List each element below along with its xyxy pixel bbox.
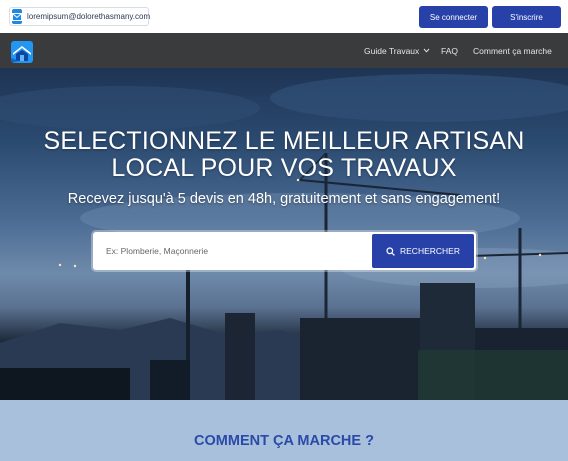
nav-guide-travaux[interactable]: Guide Travaux (364, 33, 430, 68)
search-input[interactable] (93, 232, 372, 270)
login-button[interactable]: Se connecter (419, 6, 488, 28)
email-address: loremipsum@dolorethasmany.com (27, 12, 151, 21)
nav-guide-label: Guide Travaux (364, 45, 420, 56)
nav-faq[interactable]: FAQ (441, 33, 458, 68)
hero-title-line-2: LOCAL POUR VOS TRAVAUX (111, 154, 457, 182)
signup-button[interactable]: S'inscrire (492, 6, 561, 28)
search-button-label: RECHERCHER (400, 246, 460, 256)
how-it-works-section: COMMENT ÇA MARCHE ? (0, 400, 568, 461)
hero-title: SELECTIONNEZ LE MEILLEUR ARTISAN LOCAL P… (0, 128, 568, 182)
search-bar: RECHERCHER (93, 232, 476, 270)
hero-banner: SELECTIONNEZ LE MEILLEUR ARTISAN LOCAL P… (0, 68, 568, 400)
main-navbar: Guide Travaux FAQ Comment ça marche (0, 33, 568, 68)
house-logo-icon[interactable] (11, 41, 33, 63)
search-icon (386, 246, 395, 256)
contact-email[interactable]: loremipsum@dolorethasmany.com (9, 7, 151, 26)
chevron-down-icon (423, 48, 430, 53)
hero-subtitle: Recevez jusqu'à 5 devis en 48h, gratuite… (67, 191, 501, 207)
section-title: COMMENT ÇA MARCHE ? (194, 433, 374, 449)
top-bar: loremipsum@dolorethasmany.com Se connect… (0, 0, 568, 33)
search-button[interactable]: RECHERCHER (372, 234, 474, 268)
hero-title-line-1: SELECTIONNEZ LE MEILLEUR ARTISAN (43, 127, 525, 155)
nav-comment-ca-marche[interactable]: Comment ça marche (473, 33, 552, 68)
mail-icon (12, 9, 22, 24)
